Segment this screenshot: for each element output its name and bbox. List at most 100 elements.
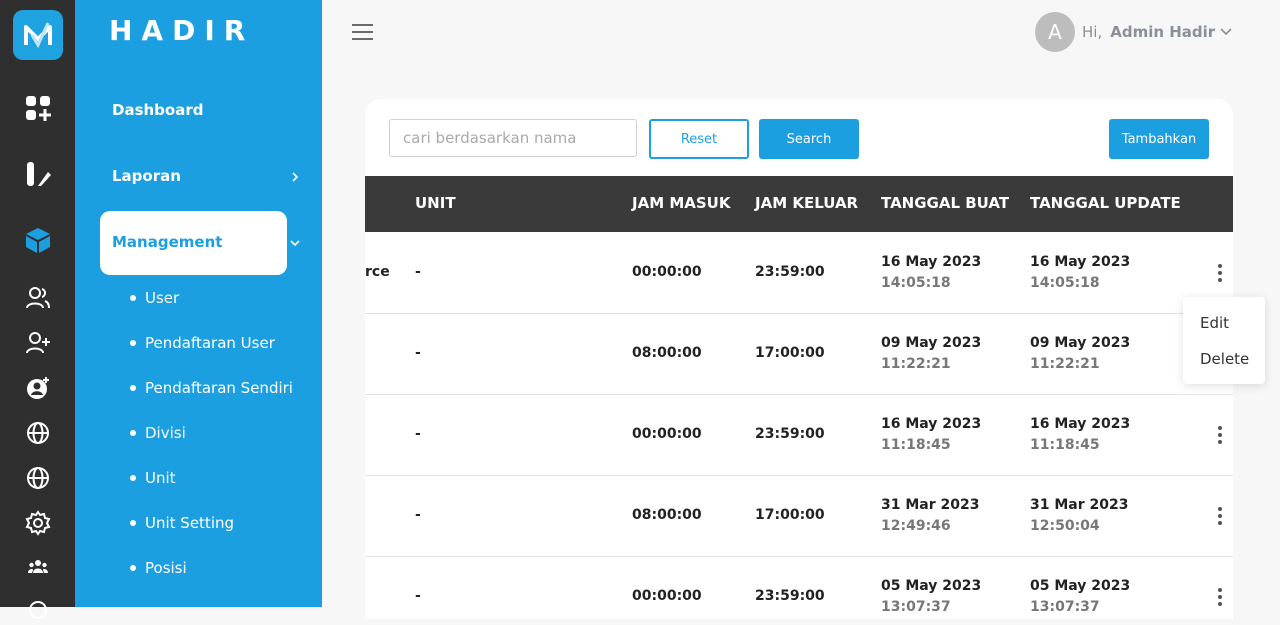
jam-keluar-cell: 23:59:00 [755, 588, 825, 604]
unit-cell: - [415, 588, 421, 604]
management-card: Reset Search Tambahkan UNIT JAM MASUK JA… [365, 99, 1233, 619]
tanggal-update-date: 09 May 2023 [1030, 335, 1131, 351]
edit-menu-item[interactable]: Edit [1200, 314, 1229, 332]
reset-button[interactable]: Reset [649, 119, 749, 159]
sidebar-subitem-unit[interactable]: Unit [130, 469, 176, 487]
sidebar-subitem-label: Unit [145, 469, 176, 487]
user-settings-icon[interactable] [0, 373, 75, 403]
unit-cell: - [415, 345, 421, 361]
tanggal-update-time: 13:07:37 [1030, 599, 1100, 615]
unit-cell: - [415, 264, 421, 280]
jam-masuk-cell: 00:00:00 [632, 588, 702, 604]
icon-rail [0, 0, 75, 619]
dashboard-grid-icon[interactable] [0, 93, 75, 123]
column-header-tanggal-buat: TANGGAL BUAT [881, 194, 1010, 212]
row-action-menu: Edit Delete [1183, 297, 1265, 384]
column-header-jam-keluar: JAM KELUAR [755, 194, 859, 212]
tanggal-buat-time: 14:05:18 [881, 275, 951, 291]
bullet-icon [130, 565, 136, 571]
tanggal-buat-date: 31 Mar 2023 [881, 497, 980, 513]
unit-cell: - [415, 426, 421, 442]
sidebar-subitem-label: Unit Setting [145, 514, 235, 532]
users-icon[interactable] [0, 283, 75, 313]
sidebar-item-laporan[interactable]: Laporan [112, 167, 181, 185]
column-header-tanggal-update: TANGGAL UPDATE [1030, 194, 1181, 212]
column-header-unit: UNIT [415, 194, 456, 212]
tanggal-update-date: 16 May 2023 [1030, 254, 1131, 270]
report-icon[interactable] [0, 159, 75, 189]
brand-title: HADIR [109, 14, 255, 47]
add-user-icon[interactable] [0, 328, 75, 358]
sidebar-subitem-label: Pendaftaran Sendiri [145, 379, 293, 397]
greeting-text: Hi, [1082, 23, 1103, 41]
bullet-icon [130, 430, 136, 436]
app-logo-icon[interactable] [13, 10, 63, 60]
table-row: rce - 00:00:00 23:59:00 16 May 2023 14:0… [365, 233, 1233, 314]
jam-masuk-cell: 00:00:00 [632, 426, 702, 442]
team-icon[interactable] [0, 552, 75, 582]
tanggal-update-date: 05 May 2023 [1030, 578, 1131, 594]
tanggal-update-date: 16 May 2023 [1030, 416, 1131, 432]
user-menu[interactable]: A Hi, Admin Hadir [1035, 12, 1233, 52]
sidebar-subitem-unit-setting[interactable]: Unit Setting [130, 514, 234, 532]
hamburger-menu-icon[interactable] [352, 24, 373, 41]
table-row: - 00:00:00 23:59:00 16 May 2023 11:18:45… [365, 395, 1233, 476]
sidebar: HADIR Dashboard Laporan Management User … [75, 0, 322, 607]
name-cell: rce [365, 264, 390, 280]
tanggal-update-time: 14:05:18 [1030, 275, 1100, 291]
chevron-down-icon [290, 240, 300, 247]
globe-icon[interactable] [0, 463, 75, 493]
tanggal-update-time: 11:22:21 [1030, 356, 1100, 372]
avatar: A [1035, 12, 1075, 52]
tanggal-buat-time: 11:22:21 [881, 356, 951, 372]
tanggal-buat-date: 05 May 2023 [881, 578, 982, 594]
row-actions-icon[interactable] [1218, 588, 1223, 606]
unit-cell: - [415, 507, 421, 523]
column-header-jam-masuk: JAM MASUK [632, 194, 731, 212]
jam-keluar-cell: 23:59:00 [755, 426, 825, 442]
table-header: UNIT JAM MASUK JAM KELUAR TANGGAL BUAT T… [365, 176, 1233, 232]
sidebar-subitem-user[interactable]: User [130, 289, 179, 307]
row-actions-icon[interactable] [1218, 426, 1223, 444]
bullet-icon [130, 475, 136, 481]
gear-icon[interactable] [0, 508, 75, 538]
bullet-icon [130, 385, 136, 391]
add-button[interactable]: Tambahkan [1109, 119, 1209, 159]
jam-masuk-cell: 08:00:00 [632, 345, 702, 361]
tanggal-buat-time: 11:18:45 [881, 437, 951, 453]
sidebar-subitem-label: Divisi [145, 424, 186, 442]
tanggal-buat-date: 16 May 2023 [881, 254, 982, 270]
tanggal-update-time: 12:50:04 [1030, 518, 1100, 534]
sidebar-subitem-label: Pendaftaran User [145, 334, 275, 352]
tanggal-update-date: 31 Mar 2023 [1030, 497, 1129, 513]
sidebar-item-dashboard[interactable]: Dashboard [112, 101, 203, 119]
sidebar-subitem-pendaftaran-user[interactable]: Pendaftaran User [130, 334, 275, 352]
tanggal-buat-time: 13:07:37 [881, 599, 951, 615]
table-row: - 08:00:00 17:00:00 31 Mar 2023 12:49:46… [365, 476, 1233, 557]
tanggal-buat-time: 12:49:46 [881, 518, 951, 534]
chevron-down-icon [1220, 28, 1232, 36]
bullet-icon [130, 520, 136, 526]
search-input[interactable] [389, 119, 637, 157]
bullet-icon [130, 295, 136, 301]
bullet-icon [130, 340, 136, 346]
table-row: - 00:00:00 23:59:00 05 May 2023 13:07:37… [365, 557, 1233, 619]
sidebar-subitem-label: User [145, 289, 180, 307]
chevron-right-icon [292, 172, 299, 182]
management-cube-icon[interactable] [0, 225, 75, 255]
sidebar-subitem-divisi[interactable]: Divisi [130, 424, 186, 442]
more-icon[interactable] [0, 595, 75, 625]
jam-masuk-cell: 00:00:00 [632, 264, 702, 280]
search-button[interactable]: Search [759, 119, 859, 159]
row-actions-icon[interactable] [1218, 264, 1223, 282]
user-name: Admin Hadir [1110, 23, 1216, 41]
sidebar-item-management-label: Management [112, 233, 223, 251]
sidebar-subitem-label: Posisi [145, 559, 187, 577]
row-actions-icon[interactable] [1218, 507, 1223, 525]
jam-keluar-cell: 17:00:00 [755, 345, 825, 361]
delete-menu-item[interactable]: Delete [1200, 350, 1249, 368]
jam-masuk-cell: 08:00:00 [632, 507, 702, 523]
globe-icon[interactable] [0, 418, 75, 448]
sidebar-subitem-pendaftaran-sendiri[interactable]: Pendaftaran Sendiri [130, 379, 293, 397]
sidebar-subitem-posisi[interactable]: Posisi [130, 559, 187, 577]
